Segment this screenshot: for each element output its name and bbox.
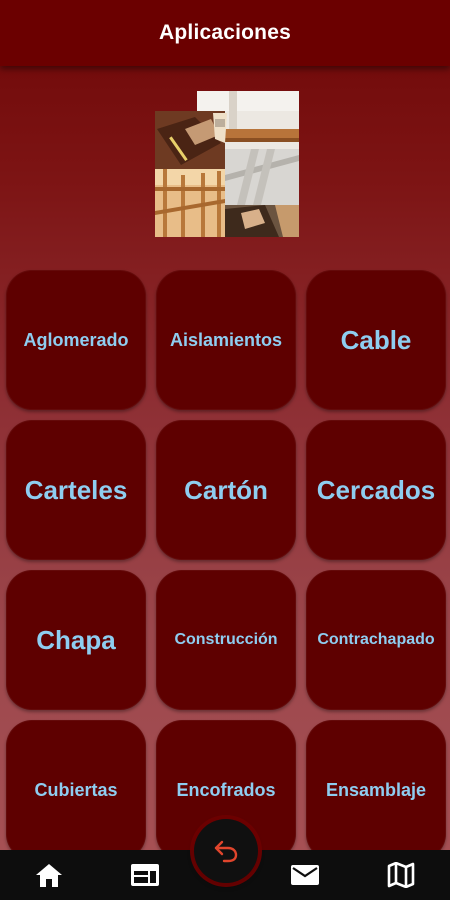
- app-bar: Aplicaciones: [0, 0, 450, 66]
- tile-label: Cercados: [316, 474, 436, 505]
- nav-mail-button[interactable]: [290, 861, 320, 889]
- tile-label: Carteles: [24, 474, 128, 505]
- tile-label: Aislamientos: [169, 329, 283, 350]
- tile-label: Ensamblaje: [325, 779, 427, 800]
- home-icon: [36, 864, 62, 887]
- tile-label: Aglomerado: [23, 329, 129, 350]
- banner-collage-image: [155, 91, 299, 237]
- tile-aislamientos[interactable]: Aislamientos: [156, 270, 296, 410]
- applications-grid: Aglomerado Aislamientos Cable Carteles C…: [0, 268, 450, 850]
- tile-carteles[interactable]: Carteles: [6, 420, 146, 560]
- nav-map-button[interactable]: [386, 861, 416, 889]
- web-icon: [131, 864, 159, 886]
- tile-label: Encofrados: [176, 779, 276, 800]
- tile-ensamblaje[interactable]: Ensamblaje: [306, 720, 446, 850]
- tile-label: Cartón: [184, 474, 268, 505]
- nav-home-button[interactable]: [34, 861, 64, 889]
- tile-label: Cable: [340, 324, 412, 355]
- nav-web-button[interactable]: [130, 861, 160, 889]
- tile-label: Chapa: [36, 624, 116, 655]
- tile-cubiertas[interactable]: Cubiertas: [6, 720, 146, 850]
- tile-contrachapado[interactable]: Contrachapado: [306, 570, 446, 710]
- tile-aglomerado[interactable]: Aglomerado: [6, 270, 146, 410]
- tile-label: Cubiertas: [34, 779, 118, 800]
- mail-icon: [291, 865, 319, 885]
- back-button[interactable]: [194, 819, 258, 883]
- tile-label: Contrachapado: [317, 631, 435, 648]
- tile-cercados[interactable]: Cercados: [306, 420, 446, 560]
- map-icon: [387, 862, 415, 888]
- tile-label: Construcción: [174, 631, 278, 648]
- tile-carton[interactable]: Cartón: [156, 420, 296, 560]
- page-title: Aplicaciones: [159, 21, 291, 44]
- back-icon: [214, 840, 238, 863]
- tile-cable[interactable]: Cable: [306, 270, 446, 410]
- tile-chapa[interactable]: Chapa: [6, 570, 146, 710]
- tile-construccion[interactable]: Construcción: [156, 570, 296, 710]
